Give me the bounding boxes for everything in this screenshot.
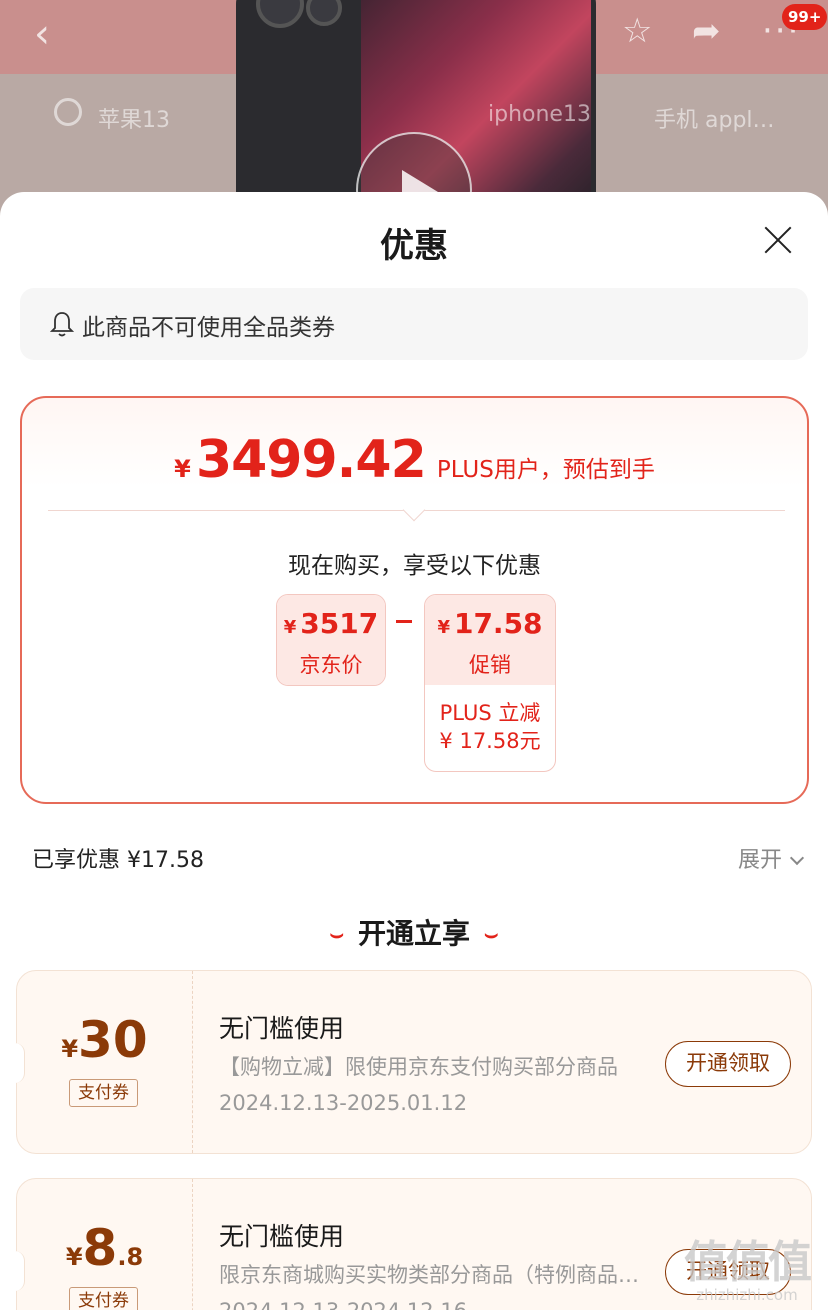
search-icon (54, 98, 82, 126)
share-icon[interactable]: ➦ (692, 14, 721, 48)
final-price-desc: PLUS用户，预估到手 (436, 457, 655, 483)
decor-smile-icon: ⌣ (329, 922, 344, 947)
currency-symbol: ¥ (437, 617, 450, 638)
coupon-tag: 支付券 (69, 1079, 138, 1107)
enjoyed-row: 已享优惠 ¥17.58 展开 (32, 842, 805, 874)
jd-price-box: ¥3517 京东价 (276, 594, 386, 686)
notice-text: 此商品不可使用全品类券 (82, 315, 335, 341)
camera-lens (306, 0, 342, 26)
sheet-title: 优惠 (380, 226, 448, 266)
promo-label: 促销 (469, 653, 511, 677)
coupon-desc: 限京东商城购买实物类部分商品（特例商品除外） (219, 1263, 639, 1287)
notification-badge: 99+ (782, 4, 828, 30)
currency-symbol: ¥ (174, 455, 191, 483)
coupon-title: 无门槛使用 (219, 1222, 345, 1251)
section-title: ⌣ 开通立享 ⌣ (0, 912, 828, 952)
promo-detail: PLUS 立减 ¥ 17.58元 (425, 699, 555, 755)
jd-price-value: 3517 (300, 607, 379, 640)
expand-label: 展开 (737, 848, 782, 873)
coupon-tag: 支付券 (69, 1287, 138, 1310)
coupon-amount: ¥30 (17, 1011, 192, 1069)
coupon-amount-panel: ¥8.8 支付券 (17, 1179, 193, 1310)
expand-button[interactable]: 展开 (737, 842, 805, 874)
watermark: 值值值 zhizhizhi.com (672, 1226, 822, 1306)
star-icon[interactable]: ☆ (622, 14, 652, 48)
section-title-text: 开通立享 (357, 917, 470, 950)
price-card: ¥ 3499.42 PLUS用户，预估到手 现在购买，享受以下优惠 ¥3517 … (20, 396, 809, 804)
search-chip[interactable]: 苹果13 (98, 102, 170, 134)
discount-sheet: 优惠 此商品不可使用全品类券 ¥ 3499.42 PLUS用户，预估到手 现在购… (0, 192, 828, 1310)
coupon-amount-int: 8 (82, 1219, 118, 1277)
currency-symbol: ¥ (61, 1035, 79, 1063)
notice-banner: 此商品不可使用全品类券 (20, 288, 808, 360)
coupon-title: 无门槛使用 (219, 1014, 345, 1043)
coupon-amount: ¥8.8 (17, 1219, 192, 1277)
chevron-down-icon (789, 850, 805, 866)
final-price: ¥ 3499.42 PLUS用户，预估到手 (22, 430, 807, 490)
promo-detail-line: PLUS 立减 (439, 701, 541, 725)
coupon-amount-int: 30 (78, 1011, 148, 1069)
coupon-date: 2024.12.13-2025.01.12 (219, 1091, 468, 1115)
jd-price-label: 京东价 (299, 653, 363, 677)
currency-symbol: ¥ (65, 1243, 83, 1271)
final-price-value: 3499.42 (195, 430, 427, 490)
promo-detail-line: ¥ 17.58元 (439, 729, 541, 753)
coupon-desc: 【购物立减】限使用京东支付购买部分商品 (219, 1055, 618, 1079)
coupon-date: 2024.12.13-2024.12.16 (219, 1299, 467, 1310)
claim-button[interactable]: 开通领取 (665, 1041, 791, 1087)
promo-value: 17.58 (453, 607, 543, 640)
enjoyed-discount-text: 已享优惠 ¥17.58 (32, 848, 204, 873)
search-chip[interactable]: iphone13 (488, 102, 591, 127)
camera-lens (256, 0, 304, 28)
currency-symbol: ¥ (283, 617, 297, 638)
promo-box: ¥17.58 促销 PLUS 立减 ¥ 17.58元 (424, 594, 556, 772)
coupon-amount-panel: ¥30 支付券 (17, 971, 193, 1153)
minus-sign (396, 620, 412, 623)
background-search-row: 苹果13 iphone13 手机 appl… (0, 96, 828, 136)
divider-notch (402, 498, 426, 522)
decor-smile-icon: ⌣ (484, 922, 499, 947)
coupon-amount-dec: .8 (117, 1243, 144, 1271)
back-icon[interactable]: ‹ (34, 14, 50, 54)
close-icon[interactable] (762, 224, 794, 256)
watermark-logo: 值值值 (684, 1237, 812, 1288)
bell-icon (50, 312, 74, 337)
coupon-card: ¥30 支付券 无门槛使用 【购物立减】限使用京东支付购买部分商品 2024.1… (9, 970, 812, 1154)
enjoy-text: 现在购买，享受以下优惠 (288, 553, 541, 579)
search-chip[interactable]: 手机 appl… (654, 102, 775, 134)
